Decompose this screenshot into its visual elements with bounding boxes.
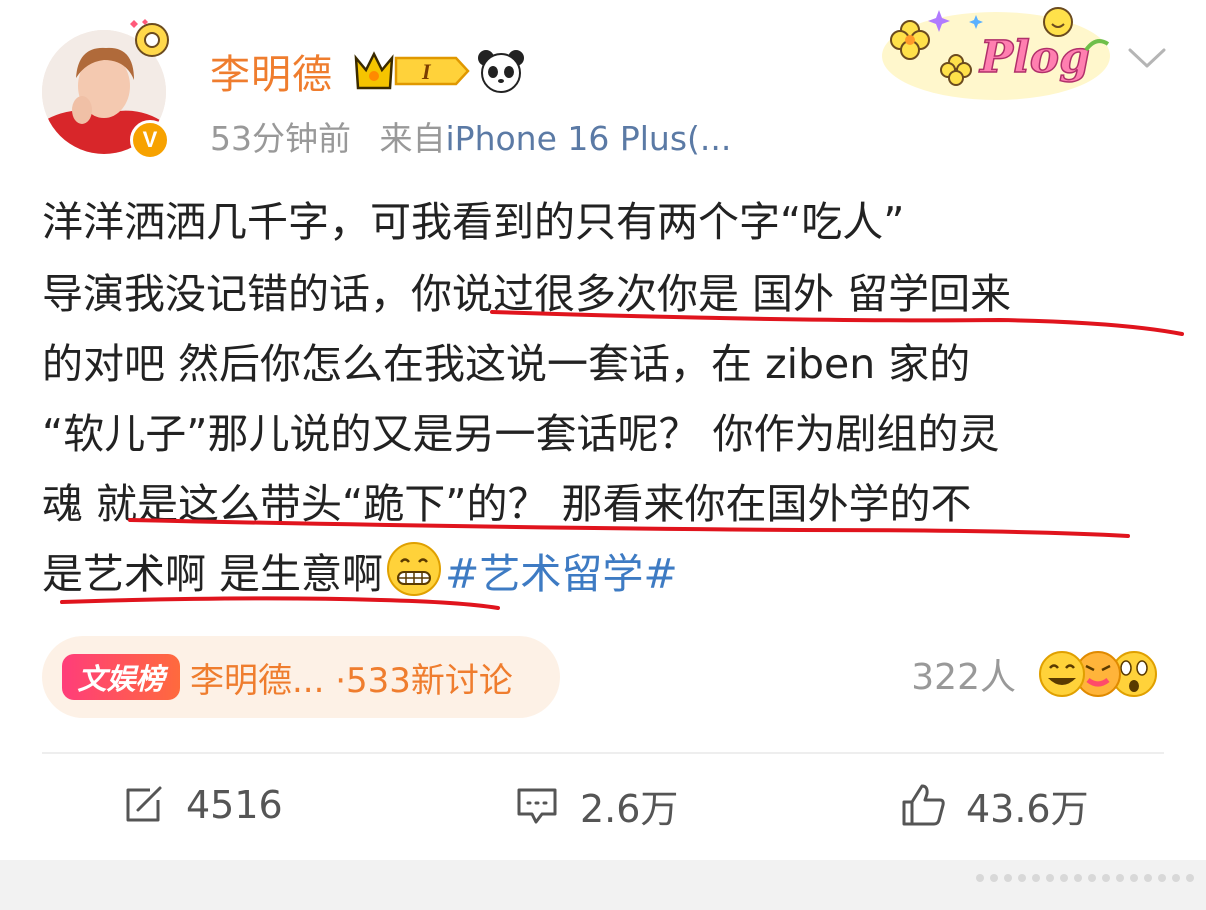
reactions-summary[interactable]: 322人 xyxy=(911,646,1162,702)
content-line: 洋洋洒洒几千字，可我看到的只有两个字“吃人” xyxy=(42,198,905,246)
next-post-separator xyxy=(0,860,1206,910)
svg-text:Plog: Plog xyxy=(978,32,1090,83)
post-time: 53分钟前 xyxy=(210,119,351,158)
source-device-link[interactable]: iPhone 16 Plus(... xyxy=(446,119,732,158)
content-line-last: 是艺术啊 是生意啊 #艺术留学# xyxy=(42,540,678,608)
crown-member-icon[interactable]: I xyxy=(352,48,472,94)
plog-sticker-icon: Plog xyxy=(882,7,1110,100)
weibo-post-card: V 李明德 I 53分钟前 来自iPhone 16 Plus(... Plog … xyxy=(0,0,1206,860)
ranking-badge: 文娱榜 xyxy=(62,654,180,700)
panda-icon xyxy=(478,50,524,93)
post-meta: 53分钟前 来自iPhone 16 Plus(... xyxy=(210,112,731,160)
content-line: 魂 就是这么带头“跪下”的？ 那看来你在国外学的不 xyxy=(42,480,972,528)
topic-ranking-chip[interactable]: 文娱榜 李明德... ·533新讨论 xyxy=(42,636,560,718)
thumbs-up-icon xyxy=(902,784,945,826)
source-label: 来自 xyxy=(379,119,446,158)
svg-text:I: I xyxy=(421,59,432,84)
comment-count: 2.6万 xyxy=(580,786,679,831)
chevron-down-icon[interactable] xyxy=(1124,40,1170,74)
like-button[interactable]: 43.6万 xyxy=(900,770,1089,840)
content-line: 是艺术啊 是生意啊 xyxy=(42,550,384,598)
reaction-emojis-icon xyxy=(1039,651,1157,697)
watermark-dots-icon xyxy=(976,874,1194,882)
like-count: 43.6万 xyxy=(966,786,1089,831)
repost-count: 4516 xyxy=(186,783,283,827)
hashtag-link[interactable]: #艺术留学# xyxy=(445,550,678,598)
grin-emoji-icon xyxy=(387,542,442,596)
repost-icon xyxy=(126,786,162,822)
content-line: 导演我没记错的话，你说过很多次你是 国外 留学回来 xyxy=(42,270,1012,318)
username[interactable]: 李明德 xyxy=(210,42,333,100)
comment-icon xyxy=(517,788,557,824)
action-bar: 4516 2.6万 43.6万 xyxy=(0,770,1206,840)
camera-decoration-icon xyxy=(130,19,169,57)
reaction-count: 322人 xyxy=(911,657,1016,698)
content-line: 的对吧 然后你怎么在我这说一套话，在 ziben 家的 xyxy=(42,340,971,388)
repost-button[interactable]: 4516 xyxy=(120,770,283,840)
content-line: “软儿子”那儿说的又是另一套话呢？ 你作为剧组的灵 xyxy=(42,410,1000,458)
divider xyxy=(42,752,1164,754)
avatar[interactable]: V xyxy=(42,19,170,160)
verified-v-icon: V xyxy=(130,120,170,160)
comment-button[interactable]: 2.6万 xyxy=(514,770,678,840)
topic-text: 李明德... ·533新讨论 xyxy=(190,660,513,701)
